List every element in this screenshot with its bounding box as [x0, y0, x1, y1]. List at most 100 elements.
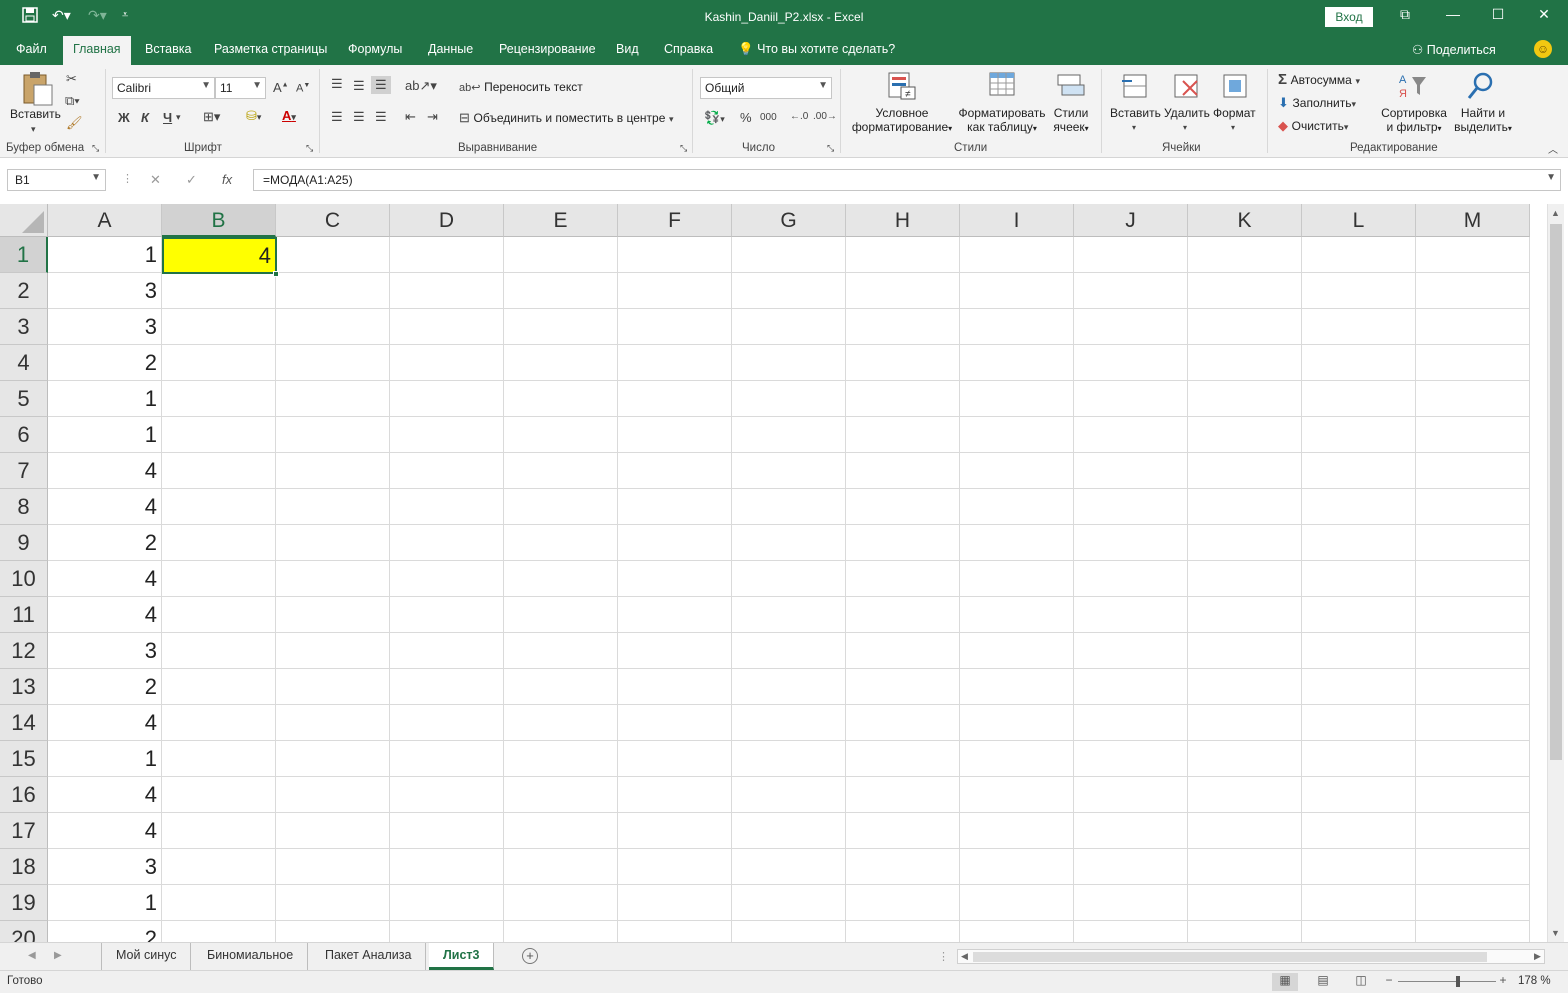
row-header-10[interactable]: 10: [0, 561, 48, 597]
zoom-level[interactable]: 178 %: [1518, 975, 1551, 987]
column-header-e[interactable]: E: [504, 204, 618, 237]
cell-a16[interactable]: 4: [48, 777, 162, 813]
maximize-icon[interactable]: ☐: [1488, 6, 1508, 23]
close-icon[interactable]: ✕: [1534, 6, 1554, 23]
format-cells-button[interactable]: Формат: [1213, 106, 1256, 120]
tab-data[interactable]: Данные: [428, 42, 473, 56]
cell-a5[interactable]: 1: [48, 381, 162, 417]
insert-function-icon[interactable]: fx: [222, 172, 232, 187]
row-header-11[interactable]: 11: [0, 597, 48, 633]
column-header-b[interactable]: B: [162, 204, 276, 237]
zoom-slider[interactable]: [1398, 981, 1496, 982]
cell-a10[interactable]: 4: [48, 561, 162, 597]
prev-sheet-icon[interactable]: ◀: [28, 950, 36, 961]
paste-dropdown-icon[interactable]: ▾: [31, 124, 36, 135]
column-header-h[interactable]: H: [846, 204, 960, 237]
cell-a17[interactable]: 4: [48, 813, 162, 849]
cell-a12[interactable]: 3: [48, 633, 162, 669]
sheet-tab-moi-sinus[interactable]: Мой синус: [101, 943, 192, 970]
cell-a1[interactable]: 1: [48, 237, 162, 273]
sheet-tab-list3[interactable]: Лист3: [429, 943, 495, 970]
delete-cells-button[interactable]: Удалить: [1164, 106, 1210, 120]
row-header-17[interactable]: 17: [0, 813, 48, 849]
row-header-1[interactable]: 1: [0, 237, 48, 273]
comma-style-button[interactable]: 000: [760, 112, 777, 123]
column-header-k[interactable]: K: [1188, 204, 1302, 237]
increase-indent-icon[interactable]: ⇥: [427, 109, 438, 125]
sheet-tab-analysis-pack[interactable]: Пакет Анализа: [311, 943, 427, 970]
scroll-down-icon[interactable]: ▼: [1551, 928, 1560, 938]
splitter-handle-icon[interactable]: ⋮: [938, 950, 949, 963]
column-header-l[interactable]: L: [1302, 204, 1416, 237]
formula-input[interactable]: =МОДА(A1:A25) ▼: [253, 169, 1561, 191]
cell-styles-icon[interactable]: [1056, 71, 1086, 101]
confirm-entry-icon[interactable]: ✓: [186, 172, 197, 188]
font-launcher-icon[interactable]: ⤡: [306, 143, 313, 154]
number-launcher-icon[interactable]: ⤡: [827, 143, 834, 154]
alignment-launcher-icon[interactable]: ⤡: [680, 143, 687, 154]
format-as-table-icon[interactable]: [988, 71, 1018, 101]
row-header-18[interactable]: 18: [0, 849, 48, 885]
format-cells-icon[interactable]: [1220, 71, 1250, 101]
copy-icon[interactable]: ⧉▾: [65, 93, 80, 109]
row-header-5[interactable]: 5: [0, 381, 48, 417]
fill-color-icon[interactable]: ⛁▾: [246, 108, 261, 124]
find-select-icon[interactable]: [1466, 71, 1496, 101]
share-button[interactable]: ⚇ Поделиться: [1412, 42, 1496, 57]
zoom-out-icon[interactable]: −: [1382, 973, 1396, 991]
horizontal-scrollbar[interactable]: ◀ ▶: [957, 949, 1545, 964]
insert-cells-icon[interactable]: [1120, 71, 1150, 101]
cancel-entry-icon[interactable]: ✕: [150, 172, 161, 188]
font-color-icon[interactable]: A▾: [282, 108, 296, 123]
delete-cells-icon[interactable]: [1171, 71, 1201, 101]
fill-button[interactable]: ⬇ Заполнить▾: [1278, 95, 1356, 111]
tab-help[interactable]: Справка: [664, 42, 713, 56]
format-as-table-button[interactable]: Форматировать как таблицу▾: [955, 106, 1049, 134]
percent-style-button[interactable]: %: [740, 110, 752, 125]
accounting-format-icon[interactable]: 💱▾: [704, 110, 725, 126]
wrap-text-button[interactable]: ab↩ Переносить текст: [459, 79, 583, 94]
row-header-12[interactable]: 12: [0, 633, 48, 669]
name-box[interactable]: B1 ▼: [7, 169, 106, 191]
signin-button[interactable]: Вход: [1325, 7, 1373, 27]
column-header-g[interactable]: G: [732, 204, 846, 237]
merge-center-button[interactable]: ⊟ Объединить и поместить в центре ▾: [459, 110, 674, 126]
decrease-indent-icon[interactable]: ⇤: [405, 109, 416, 125]
vertical-scroll-thumb[interactable]: [1550, 224, 1562, 760]
cell-a19[interactable]: 1: [48, 885, 162, 921]
cell-a20[interactable]: 2: [48, 921, 162, 942]
cell-a15[interactable]: 1: [48, 741, 162, 777]
align-top-icon[interactable]: ☰: [331, 76, 343, 92]
underline-button[interactable]: Ч: [163, 110, 172, 125]
cell-a14[interactable]: 4: [48, 705, 162, 741]
sheet-tab-binomial[interactable]: Биномиальное: [193, 943, 309, 970]
tab-view[interactable]: Вид: [616, 42, 639, 56]
tab-page-layout[interactable]: Разметка страницы: [214, 42, 327, 56]
increase-decimal-icon[interactable]: ←.0: [790, 111, 808, 122]
page-layout-view-icon[interactable]: ▤: [1310, 973, 1336, 991]
cell-a11[interactable]: 4: [48, 597, 162, 633]
row-header-19[interactable]: 19: [0, 885, 48, 921]
format-dropdown-icon[interactable]: ▾: [1231, 123, 1235, 132]
scroll-left-icon[interactable]: ◀: [961, 951, 968, 962]
tab-review[interactable]: Рецензирование: [499, 42, 596, 56]
row-header-20[interactable]: 20: [0, 921, 48, 942]
clipboard-launcher-icon[interactable]: ⤡: [92, 143, 99, 154]
cell-a13[interactable]: 2: [48, 669, 162, 705]
collapse-ribbon-icon[interactable]: ︿: [1548, 141, 1558, 156]
grow-font-icon[interactable]: A▲: [273, 80, 289, 95]
row-header-2[interactable]: 2: [0, 273, 48, 309]
tab-file[interactable]: Файл: [16, 42, 47, 56]
underline-dropdown-icon[interactable]: ▾: [176, 112, 181, 123]
add-sheet-icon[interactable]: +: [522, 948, 538, 964]
scroll-right-icon[interactable]: ▶: [1534, 951, 1541, 962]
row-header-7[interactable]: 7: [0, 453, 48, 489]
font-name-combo[interactable]: Calibri ▼: [112, 77, 215, 99]
column-header-i[interactable]: I: [960, 204, 1074, 237]
shrink-font-icon[interactable]: A▼: [296, 82, 310, 95]
column-header-m[interactable]: M: [1416, 204, 1530, 237]
fill-handle[interactable]: [273, 271, 279, 277]
clear-button[interactable]: ◆ Очистить▾: [1278, 118, 1348, 134]
paste-button[interactable]: Вставить: [10, 107, 61, 121]
row-header-8[interactable]: 8: [0, 489, 48, 525]
